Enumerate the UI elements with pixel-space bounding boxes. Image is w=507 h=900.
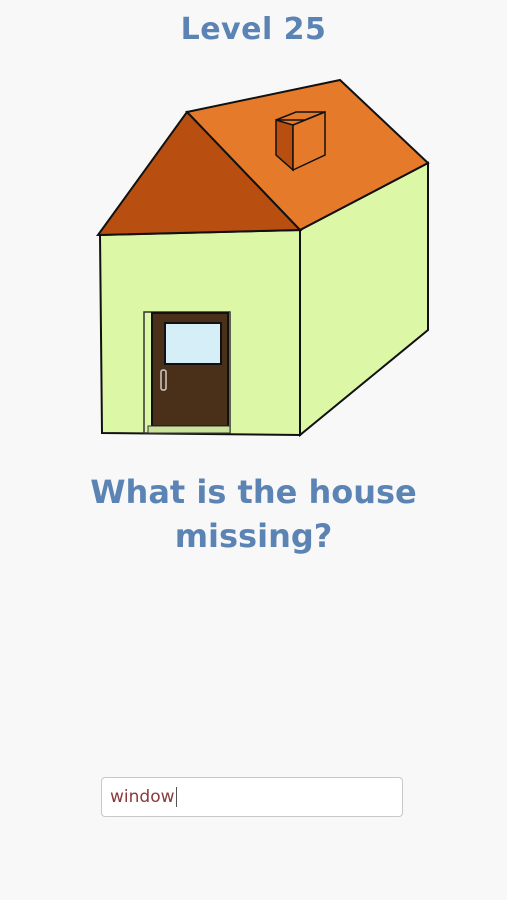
answer-value: window [110, 787, 175, 807]
answer-input[interactable]: window [101, 777, 403, 817]
question-text: What is the house missing? [90, 473, 417, 555]
game-screen: Level 25 What is the house missing? wind… [0, 0, 507, 900]
text-caret [175, 787, 177, 807]
door-threshold [147, 425, 231, 434]
door-window [164, 322, 222, 365]
house-illustration [96, 78, 430, 438]
door-handle [160, 369, 167, 391]
